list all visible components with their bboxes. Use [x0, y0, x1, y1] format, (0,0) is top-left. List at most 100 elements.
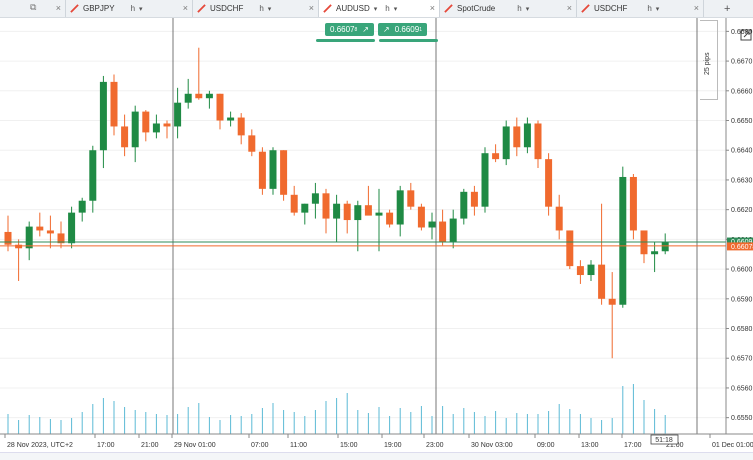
chevron-down-icon[interactable]: ▾: [526, 5, 530, 13]
chevron-down-icon[interactable]: ▾: [139, 5, 143, 13]
candle: [640, 230, 648, 264]
price-tick-label: 0.6550: [731, 415, 753, 422]
candle: [78, 197, 86, 222]
tab-label: SpotCrude: [457, 4, 496, 13]
candle: [502, 120, 510, 166]
candle-body: [375, 212, 383, 216]
candle: [280, 150, 288, 201]
candle: [534, 120, 542, 169]
candle: [36, 212, 44, 237]
chevron-down-icon[interactable]: ▾: [374, 5, 378, 13]
close-icon[interactable]: ×: [694, 3, 699, 13]
candle-body: [396, 190, 404, 225]
candle-body: [333, 203, 341, 219]
time-tick-label: 19:00: [384, 442, 402, 449]
candle: [439, 209, 447, 246]
sell-price: 0.6607: [330, 25, 355, 34]
candle-body: [513, 126, 521, 148]
chart-settings-icon[interactable]: ⧉: [30, 2, 36, 13]
candle-body: [470, 191, 478, 207]
candle: [99, 75, 107, 169]
time-tick-label: 07:00: [251, 442, 269, 449]
chart-type-icon: [323, 4, 332, 13]
chart-type-icon: [444, 4, 453, 13]
tab-gbpjpy[interactable]: GBPJPY h ▾ ×: [66, 0, 193, 17]
price-tick-label: 0.6630: [731, 177, 753, 184]
chart-type-icon: [197, 4, 206, 13]
candle: [205, 90, 213, 109]
bid-ask-labels: 0.660910.66078: [727, 237, 753, 251]
time-tick-label: 17:00: [97, 442, 115, 449]
time-tick-label: 28 Nov 2023, UTC+2: [7, 442, 73, 449]
timeframe-label: h: [647, 4, 652, 13]
candle: [343, 200, 351, 234]
sell-button[interactable]: 0.6607 8 ↗: [325, 23, 374, 36]
candle-body: [587, 264, 595, 276]
candles: [4, 47, 669, 359]
tab-0[interactable]: ⧉ ×: [0, 0, 66, 17]
candle: [142, 110, 150, 142]
candle-body: [534, 123, 542, 160]
time-tick-label: 29 Nov 01:00: [174, 442, 216, 449]
arrow-up-icon: ↗: [383, 25, 390, 34]
candle: [481, 147, 489, 213]
pips-label: 25 pips: [704, 52, 711, 75]
tab-usdchf[interactable]: USDCHF h ▾ ×: [193, 0, 319, 17]
candle: [417, 203, 425, 231]
price-chart[interactable]: 0.66800.66700.66600.66500.66400.66300.66…: [0, 18, 753, 452]
candle-body: [428, 221, 436, 228]
candle: [216, 93, 224, 130]
candle: [587, 260, 595, 281]
chevron-down-icon[interactable]: ▾: [268, 5, 272, 13]
timeframe-label: h: [517, 4, 522, 13]
candle: [629, 174, 637, 240]
close-icon[interactable]: ×: [567, 3, 572, 13]
candle-body: [99, 81, 107, 151]
time-tick-label: 15:00: [340, 442, 358, 449]
close-icon[interactable]: ×: [56, 3, 61, 13]
close-icon[interactable]: ×: [309, 3, 314, 13]
candle-body: [121, 126, 129, 148]
chart-type-icon: [581, 4, 590, 13]
add-tab-button[interactable]: +: [704, 0, 753, 17]
candle-body: [449, 218, 457, 243]
candle-body: [184, 93, 192, 103]
candle-body: [364, 205, 372, 216]
buy-price: 0.6609: [394, 25, 420, 34]
tab-label: USDCHF: [594, 4, 628, 13]
candle-body: [78, 200, 86, 213]
candle: [57, 221, 65, 249]
candle-body: [354, 205, 362, 221]
candle: [523, 117, 531, 154]
candle: [227, 111, 235, 127]
candle: [152, 114, 160, 139]
price-tick-label: 0.6560: [731, 385, 753, 392]
chevron-down-icon[interactable]: ▾: [656, 5, 660, 13]
candle-body: [502, 126, 510, 160]
candle-body: [89, 150, 97, 201]
price-tick-label: 0.6670: [731, 59, 753, 66]
candle: [386, 209, 394, 228]
buy-button[interactable]: ↗ 0.6609 1: [378, 23, 427, 36]
close-icon[interactable]: ×: [183, 3, 188, 13]
candle: [460, 188, 468, 225]
tab-spotcrude[interactable]: SpotCrude h ▾ ×: [440, 0, 577, 17]
candle-body: [386, 212, 394, 225]
candle: [258, 147, 266, 195]
time-axis: 28 Nov 2023, UTC+2 17:00 21:00 29 Nov 01:00…: [4, 434, 753, 449]
tab-label: GBPJPY: [83, 4, 115, 13]
close-icon[interactable]: ×: [430, 3, 435, 13]
candle-body: [195, 93, 203, 99]
candle-body: [301, 203, 309, 213]
chevron-down-icon[interactable]: ▾: [394, 5, 398, 13]
tab-usdchf-2[interactable]: USDCHF h ▾ ×: [577, 0, 704, 17]
candle-body: [523, 123, 531, 148]
tab-audusd[interactable]: AUDUSD ▾ h ▾ ×: [319, 0, 440, 17]
candle-body: [290, 194, 298, 213]
candle-body: [4, 231, 12, 245]
price-lines: [0, 241, 726, 247]
price-tick-label: 0.6620: [731, 207, 753, 214]
candle-body: [227, 117, 235, 121]
price-tick-label: 0.6570: [731, 356, 753, 363]
candle-body: [545, 159, 553, 207]
